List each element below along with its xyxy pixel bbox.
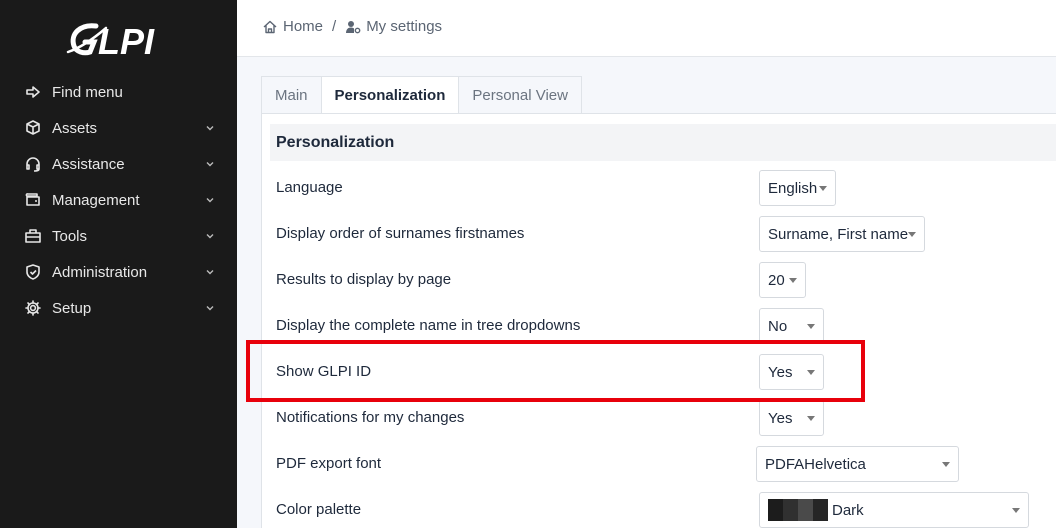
results-per-page-select[interactable]: 20 [759,262,806,298]
palette-swatch [783,499,798,521]
color-palette-label: Color palette [276,501,362,518]
gear-icon [24,299,42,317]
tab-personalization[interactable]: Personalization [321,76,460,114]
chevron-down-icon [205,267,215,277]
results-per-page-label: Results to display by page [276,271,452,288]
palette-swatch [798,499,813,521]
tab-personal-view[interactable]: Personal View [459,76,582,114]
notifications-select-value: Yes [768,409,793,427]
sidebar-item-label: Assets [52,119,98,137]
palette-swatch [813,499,828,521]
page-header: Home / My settings [237,0,1056,57]
briefcase-icon [24,227,42,245]
chevron-down-icon [205,303,215,313]
chevron-down-icon [205,159,215,169]
sidebar-item-label: Administration [52,263,148,281]
sidebar: LPI Find menu Assets Assistance Manageme… [0,0,237,528]
sidebar-item-assets[interactable]: Assets [0,110,237,146]
name-order-label: Display order of surnames firstnames [276,225,525,242]
breadcrumb-home-link[interactable]: Home [283,18,323,35]
breadcrumb-current[interactable]: My settings [366,18,442,35]
language-label: Language [276,179,343,196]
sidebar-item-label: Tools [52,227,88,245]
sidebar-nav: Find menu Assets Assistance Management T… [0,74,237,326]
home-icon [262,19,278,35]
caret-down-icon [789,278,797,283]
name-order-select[interactable]: Surname, First name [759,216,925,252]
show-glpi-id-label: Show GLPI ID [276,363,372,380]
notifications-select[interactable]: Yes [759,400,824,436]
caret-down-icon [819,186,827,191]
sidebar-item-find-menu[interactable]: Find menu [0,74,237,110]
caret-down-icon [807,370,815,375]
section-title: Personalization [276,134,395,151]
breadcrumb-separator: / [332,18,337,35]
user-cog-icon [345,19,361,35]
color-palette-select[interactable]: Dark [759,492,1029,528]
breadcrumb: Home / My settings [262,18,442,35]
svg-text:LPI: LPI [98,21,155,62]
caret-down-icon [807,416,815,421]
sidebar-item-tools[interactable]: Tools [0,218,237,254]
sidebar-item-setup[interactable]: Setup [0,290,237,326]
shield-icon [24,263,42,281]
show-glpi-id-select-value: Yes [768,363,793,381]
sidebar-item-label: Setup [52,299,92,317]
results-per-page-select-value: 20 [768,271,785,289]
box-icon [24,119,42,137]
caret-down-icon [1012,508,1020,513]
name-order-select-value: Surname, First name [768,225,909,243]
show-glpi-id-select[interactable]: Yes [759,354,824,390]
complete-name-select-value: No [768,317,788,335]
chevron-down-icon [205,231,215,241]
pdf-font-select-value: PDFAHelvetica [765,455,866,473]
sidebar-item-assistance[interactable]: Assistance [0,146,237,182]
headset-icon [24,155,42,173]
caret-down-icon [942,462,950,467]
sidebar-item-administration[interactable]: Administration [0,254,237,290]
chevron-down-icon [205,195,215,205]
settings-tabs: Main Personalization Personal View [261,76,582,114]
sidebar-item-label: Management [52,191,140,209]
chevron-down-icon [205,123,215,133]
palette-swatch [768,499,783,521]
caret-down-icon [908,232,916,237]
notifications-label: Notifications for my changes [276,409,465,426]
glpi-logo[interactable]: LPI [66,18,170,62]
language-select[interactable]: English [759,170,836,206]
complete-name-label: Display the complete name in tree dropdo… [276,317,581,334]
complete-name-select[interactable]: No [759,308,824,344]
section-header: Personalization [270,124,1056,161]
sidebar-item-management[interactable]: Management [0,182,237,218]
color-palette-select-value: Dark [832,501,864,519]
arrow-right-icon [24,83,42,101]
pdf-font-select[interactable]: PDFAHelvetica [756,446,959,482]
sidebar-item-label: Find menu [52,83,123,101]
wallet-icon [24,191,42,209]
language-select-value: English [768,179,818,197]
palette-swatches [768,499,828,521]
caret-down-icon [807,324,815,329]
tab-main[interactable]: Main [261,76,322,114]
personalization-panel: Personalization Language English Display… [261,113,1056,528]
pdf-font-label: PDF export font [276,455,382,472]
sidebar-item-label: Assistance [52,155,125,173]
